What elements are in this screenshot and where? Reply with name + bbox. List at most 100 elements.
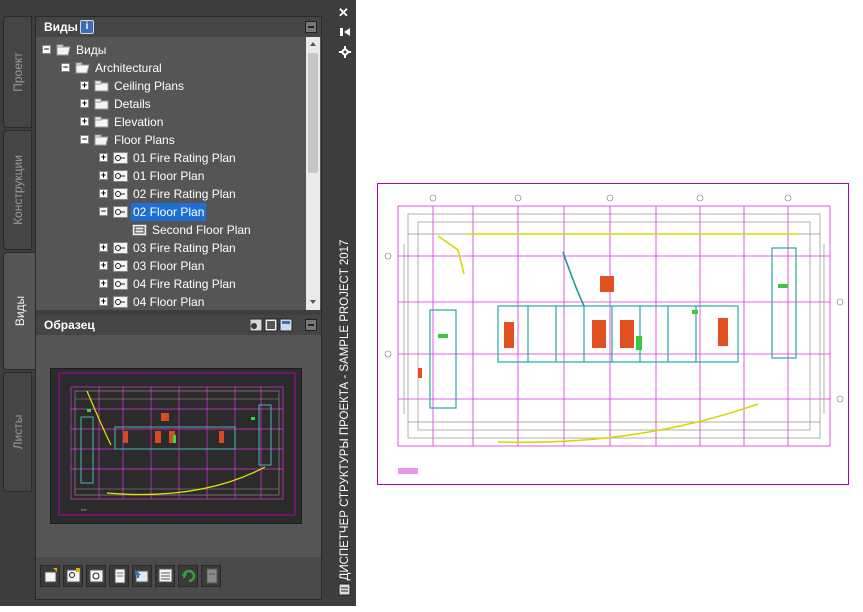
expand-icon[interactable]: + (99, 261, 108, 270)
tab-views[interactable]: Виды (3, 252, 35, 370)
collapse-views-panel-button[interactable] (305, 21, 317, 33)
open-icon (135, 569, 149, 583)
tree-item[interactable]: − Floor Plans (36, 131, 304, 149)
tree-item[interactable]: +03 Floor Plan (36, 257, 304, 275)
expand-icon[interactable]: + (80, 81, 89, 90)
expand-icon[interactable]: + (80, 117, 89, 126)
view-key-icon (113, 296, 128, 308)
collapse-preview-panel-button[interactable] (305, 319, 317, 331)
tree-item-label: Details (114, 97, 151, 111)
tab-label: Конструкции (10, 155, 25, 225)
tree-item-label: Architectural (95, 61, 162, 75)
palette-controls (339, 28, 351, 58)
close-palette-button[interactable]: ✕ (338, 5, 349, 21)
tree-item[interactable]: − Architectural (36, 59, 304, 77)
new-view-button[interactable] (40, 565, 60, 587)
tree-item[interactable]: Second Floor Plan (36, 221, 304, 239)
tab-constructs[interactable]: Конструкции (3, 130, 32, 250)
properties-icon (339, 46, 351, 58)
tree-item-label: Виды (76, 43, 107, 57)
tree-item-label: Second Floor Plan (152, 223, 251, 237)
bottom-toolbar (36, 557, 321, 599)
collapse-icon[interactable]: − (80, 135, 89, 144)
collapse-icon[interactable]: − (61, 63, 70, 72)
tree-item[interactable]: +03 Fire Rating Plan (36, 239, 304, 257)
tree-item-label: 04 Floor Plan (133, 295, 205, 309)
tab-label: Проект (10, 52, 25, 92)
drawing-preview-thumbnail: ▪▪▪▪ (50, 368, 302, 524)
project-navigator-palette: Проект Конструкции Виды Листы Виды i − Ви… (0, 0, 356, 606)
folder-open-icon (56, 44, 71, 56)
preview-plan-drawing: ▪▪▪▪ (58, 372, 296, 516)
views-tree[interactable]: − Виды − Architectural + Ceiling Plans + Detail… (36, 37, 306, 310)
palette-menu-icon[interactable] (338, 583, 352, 597)
preview-panel-header: Образец (36, 315, 321, 335)
properties-button[interactable] (155, 565, 175, 587)
view-key-icon (113, 188, 128, 200)
svg-text:▪▪▪▪: ▪▪▪▪ (81, 507, 87, 512)
floor-plan-drawing (384, 194, 844, 474)
views-pane: Виды i − Виды − Architectural + Ceiling Plans… (35, 16, 322, 600)
properties-icon (158, 568, 173, 583)
open-button[interactable] (132, 565, 152, 587)
refresh-icon (182, 569, 196, 583)
palette-title-strip: ✕ ДИСПЕТЧЕР СТРУКТУРЫ ПРОЕКТА - SAMPLE P… (334, 0, 356, 606)
close-file-icon (206, 568, 218, 584)
tree-item-label: Floor Plans (114, 133, 175, 147)
tree-item-label: Elevation (114, 115, 164, 129)
collapse-icon[interactable]: − (42, 45, 51, 54)
tree-item[interactable]: − Виды (36, 41, 304, 59)
tree-item-label: 02 Fire Rating Plan (133, 187, 236, 201)
add-view-button[interactable] (63, 565, 83, 587)
tree-item-label: 01 Floor Plan (133, 169, 205, 183)
tree-item-label: 01 Fire Rating Plan (133, 151, 236, 165)
drawing-viewport[interactable] (377, 183, 849, 485)
tree-item[interactable]: + Ceiling Plans (36, 77, 304, 95)
view-key-icon (113, 206, 128, 218)
tree-item-label: 03 Floor Plan (133, 259, 205, 273)
autohide-icon (340, 28, 350, 36)
folder-open-icon (75, 62, 90, 74)
tree-item[interactable]: +04 Fire Rating Plan (36, 275, 304, 293)
expand-icon[interactable]: + (99, 153, 108, 162)
tab-label: Листы (10, 414, 25, 450)
expand-icon[interactable]: + (99, 189, 108, 198)
expand-icon[interactable]: + (80, 99, 89, 108)
view-key-icon (113, 260, 128, 272)
tree-item[interactable]: + Elevation (36, 113, 304, 131)
tree-scrollbar[interactable] (306, 37, 320, 310)
tree-item-label: 04 Fire Rating Plan (133, 277, 236, 291)
info-icon[interactable]: i (80, 20, 94, 34)
tab-label: Виды (12, 295, 27, 327)
expand-icon[interactable]: + (99, 171, 108, 180)
tree-item[interactable]: − 02 Floor Plan (36, 203, 304, 221)
regenerate-button[interactable] (86, 565, 106, 587)
tab-sheets[interactable]: Листы (3, 372, 32, 492)
tree-item[interactable]: +04 Floor Plan (36, 293, 304, 310)
tree-item[interactable]: + Details (36, 95, 304, 113)
view-key-icon (113, 242, 128, 254)
tree-item-label: 03 Fire Rating Plan (133, 241, 236, 255)
scrollbar-thumb[interactable] (308, 53, 318, 173)
new-view-icon (44, 568, 57, 583)
preview-mode-icons (250, 318, 293, 332)
sheet-icon (114, 568, 126, 584)
model-view-icon (132, 224, 147, 236)
refresh-button[interactable] (178, 565, 198, 587)
tab-project[interactable]: Проект (3, 16, 32, 128)
expand-icon[interactable]: + (99, 297, 108, 306)
preview-detail-icon (279, 318, 293, 332)
tree-item[interactable]: +01 Floor Plan (36, 167, 304, 185)
tree-item[interactable]: +02 Fire Rating Plan (36, 185, 304, 203)
expand-icon[interactable]: + (99, 243, 108, 252)
folder-icon (94, 116, 109, 128)
sheet-button[interactable] (109, 565, 129, 587)
title-block-mark (398, 468, 418, 474)
view-key-icon (113, 152, 128, 164)
close-file-button[interactable] (201, 565, 221, 587)
tree-item[interactable]: +01 Fire Rating Plan (36, 149, 304, 167)
add-view-icon (66, 568, 81, 583)
collapse-icon[interactable]: − (99, 207, 108, 216)
expand-icon[interactable]: + (99, 279, 108, 288)
regenerate-icon (89, 569, 104, 583)
